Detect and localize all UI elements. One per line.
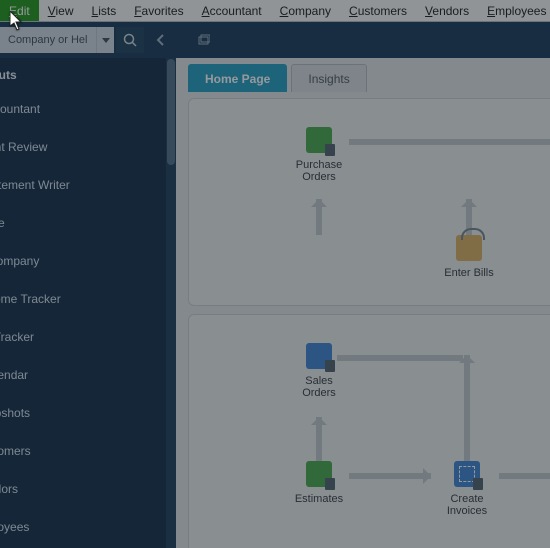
- sales-orders-icon: [306, 343, 332, 369]
- window-control-icon[interactable]: [190, 22, 218, 58]
- estimates-node[interactable]: Estimates: [289, 461, 349, 505]
- node-label: Purchase Orders: [289, 159, 349, 183]
- menu-customers[interactable]: Customers: [340, 0, 416, 21]
- flow-arrow: [337, 355, 463, 361]
- sidebar: tcuts ccountantent Reviewtatement Writer…: [0, 58, 176, 548]
- flow-arrow: [464, 355, 470, 467]
- menubar: EditViewListsFavoritesAccountantCompanyC…: [0, 0, 550, 22]
- search-input[interactable]: [0, 27, 96, 53]
- node-label: Estimates: [289, 493, 349, 505]
- sidebar-item[interactable]: ndors: [0, 470, 176, 508]
- vendors-panel: Purchase Orders Enter Bills: [188, 98, 550, 306]
- invoices-icon: [454, 461, 480, 487]
- flow-arrow: [349, 473, 431, 479]
- node-label: Sales Orders: [289, 375, 349, 399]
- menu-employees[interactable]: Employees: [478, 0, 550, 21]
- workflow-panels: Purchase Orders Enter Bills Sales Orders: [188, 98, 550, 548]
- search-dropdown[interactable]: [96, 27, 114, 53]
- estimates-icon: [306, 461, 332, 487]
- menu-lists[interactable]: Lists: [83, 0, 126, 21]
- sidebar-item[interactable]: tatement Writer: [0, 166, 176, 204]
- node-label: Create Invoices: [435, 493, 499, 517]
- sidebar-item[interactable]: me: [0, 204, 176, 242]
- flow-arrow: [316, 199, 322, 235]
- purchase-orders-icon: [306, 127, 332, 153]
- menu-view[interactable]: View: [39, 0, 83, 21]
- sidebar-item[interactable]: Company: [0, 242, 176, 280]
- search-button[interactable]: [116, 27, 144, 53]
- sidebar-item[interactable]: apshots: [0, 394, 176, 432]
- workspace: Home Page Insights Purchase Orders Enter…: [176, 58, 550, 548]
- purchase-orders-node[interactable]: Purchase Orders: [289, 127, 349, 183]
- sidebar-item[interactable]: l Tracker: [0, 318, 176, 356]
- sidebar-scrollbar[interactable]: [166, 58, 176, 548]
- sidebar-item[interactable]: ployees: [0, 508, 176, 546]
- menu-favorites[interactable]: Favorites: [125, 0, 192, 21]
- tab-insights[interactable]: Insights: [291, 64, 366, 92]
- flow-arrow: [499, 473, 550, 479]
- sidebar-items: ccountantent Reviewtatement Writerme Com…: [0, 90, 176, 546]
- toolbar: [0, 22, 550, 58]
- sidebar-item[interactable]: ccountant: [0, 90, 176, 128]
- menu-accountant[interactable]: Accountant: [193, 0, 271, 21]
- tab-bar: Home Page Insights: [176, 62, 550, 92]
- tab-home-page[interactable]: Home Page: [188, 64, 287, 92]
- menu-company[interactable]: Company: [271, 0, 340, 21]
- flow-arrow: [349, 139, 550, 145]
- customers-panel: Sales Orders Estimates Create Invoices: [188, 314, 550, 548]
- create-invoices-node[interactable]: Create Invoices: [435, 461, 499, 517]
- main-area: tcuts ccountantent Reviewtatement Writer…: [0, 58, 550, 548]
- scrollbar-thumb[interactable]: [167, 59, 175, 165]
- sidebar-item[interactable]: ent Review: [0, 128, 176, 166]
- bills-icon: [456, 235, 482, 261]
- flow-arrow: [316, 417, 322, 461]
- node-label: Enter Bills: [437, 267, 501, 279]
- sidebar-item[interactable]: alendar: [0, 356, 176, 394]
- search-box: [0, 27, 144, 53]
- collapse-sidebar-button[interactable]: [150, 22, 170, 58]
- enter-bills-node[interactable]: Enter Bills: [437, 235, 501, 279]
- sidebar-header: tcuts: [0, 58, 176, 90]
- sidebar-item[interactable]: come Tracker: [0, 280, 176, 318]
- menu-edit[interactable]: Edit: [0, 0, 39, 21]
- sales-orders-node[interactable]: Sales Orders: [289, 343, 349, 399]
- menu-vendors[interactable]: Vendors: [416, 0, 478, 21]
- sidebar-item[interactable]: stomers: [0, 432, 176, 470]
